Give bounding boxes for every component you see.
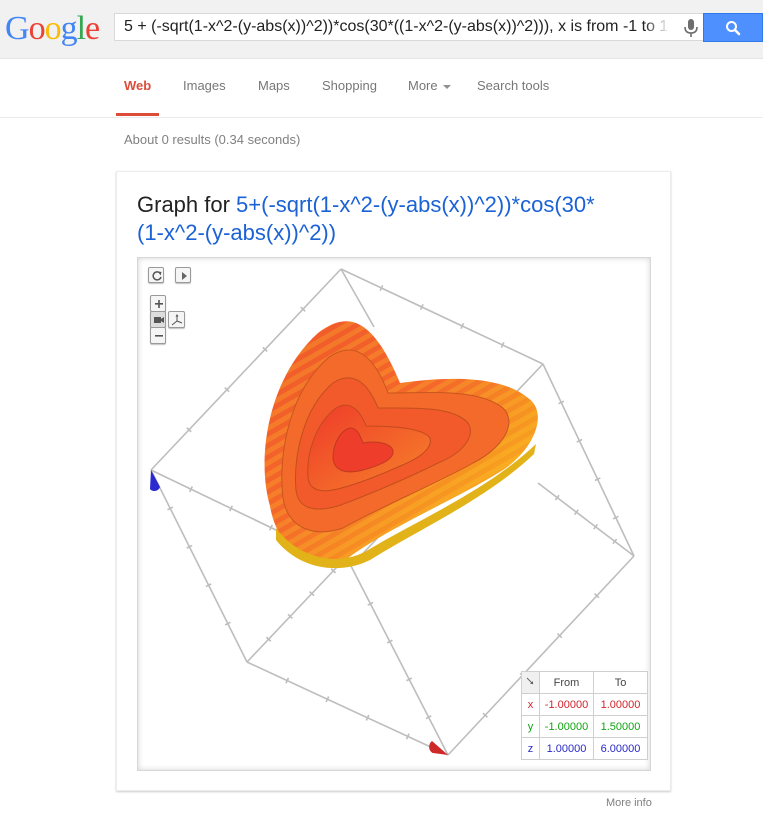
header-bar: Google bbox=[0, 0, 763, 59]
logo-letter: G bbox=[5, 10, 30, 47]
zoom-out-button[interactable] bbox=[150, 327, 166, 344]
zoom-out-icon bbox=[155, 335, 163, 337]
cube-edge bbox=[340, 268, 375, 328]
graph-canvas[interactable]: From To x -1.00000 1.00000 y -1.00000 1.… bbox=[137, 257, 651, 771]
result-stats: About 0 results (0.34 seconds) bbox=[124, 132, 301, 147]
reset-rotation-icon bbox=[152, 271, 162, 281]
cube-edge bbox=[351, 556, 634, 566]
google-logo[interactable]: Google bbox=[5, 9, 100, 49]
logo-letter: o bbox=[44, 10, 62, 47]
logo-letter: e bbox=[85, 10, 100, 47]
range-row-x: x -1.00000 1.00000 bbox=[521, 693, 648, 716]
range-row-y: y -1.00000 1.50000 bbox=[521, 715, 648, 738]
cube-edge bbox=[537, 482, 635, 557]
graph-title: Graph for 5+(-sqrt(1-x^2-(y-abs(x))^2))*… bbox=[137, 191, 657, 247]
search-button[interactable] bbox=[703, 13, 763, 42]
cube-edge bbox=[350, 565, 449, 756]
logo-letter: g bbox=[60, 10, 78, 47]
range-axis-label: x bbox=[521, 693, 540, 716]
tab-more[interactable]: More bbox=[408, 78, 451, 93]
zoom-in-button[interactable] bbox=[150, 295, 166, 312]
play-icon bbox=[182, 272, 187, 280]
logo-letter: l bbox=[76, 10, 87, 47]
range-x-from[interactable]: -1.00000 bbox=[539, 693, 594, 716]
range-row-z: z 1.00000 6.00000 bbox=[521, 737, 648, 760]
play-button[interactable] bbox=[175, 267, 191, 283]
axes-button[interactable] bbox=[168, 311, 185, 328]
tab-web[interactable]: Web bbox=[124, 78, 151, 93]
logo-letter: o bbox=[28, 10, 46, 47]
camera-icon bbox=[154, 317, 164, 323]
cube-edge bbox=[542, 363, 635, 557]
more-info-link[interactable]: More info bbox=[606, 797, 652, 809]
tab-images[interactable]: Images bbox=[183, 78, 226, 93]
graph-card: Graph for 5+(-sqrt(1-x^2-(y-abs(x))^2))*… bbox=[116, 171, 671, 791]
range-table-header: From To bbox=[521, 671, 648, 694]
tab-search-tools[interactable]: Search tools bbox=[477, 78, 549, 93]
heart-surface bbox=[264, 321, 538, 569]
range-y-to[interactable]: 1.50000 bbox=[593, 715, 648, 738]
resize-arrow-icon[interactable] bbox=[521, 671, 540, 694]
caret-down-icon bbox=[442, 84, 451, 89]
range-axis-label: z bbox=[521, 737, 540, 760]
magnifier-icon bbox=[726, 21, 741, 36]
range-table: From To x -1.00000 1.00000 y -1.00000 1.… bbox=[521, 671, 648, 760]
range-header-to: To bbox=[593, 671, 648, 694]
range-z-to[interactable]: 6.00000 bbox=[593, 737, 648, 760]
tab-more-label: More bbox=[408, 78, 438, 93]
tab-maps[interactable]: Maps bbox=[258, 78, 290, 93]
cube-edge bbox=[150, 469, 248, 663]
graph-title-prefix: Graph for bbox=[137, 192, 237, 217]
active-tab-indicator bbox=[116, 113, 159, 116]
range-x-to[interactable]: 1.00000 bbox=[593, 693, 648, 716]
zoom-in-icon bbox=[155, 300, 163, 308]
axes-icon bbox=[171, 314, 183, 326]
range-header-from: From bbox=[539, 671, 594, 694]
search-text-fade bbox=[645, 15, 675, 39]
search-input[interactable] bbox=[124, 14, 672, 40]
search-box[interactable] bbox=[114, 13, 703, 41]
range-axis-label: y bbox=[521, 715, 540, 738]
graph-expression-line2[interactable]: (1-x^2-(y-abs(x))^2)) bbox=[137, 220, 336, 245]
range-y-from[interactable]: -1.00000 bbox=[539, 715, 594, 738]
graph-expression-line1[interactable]: 5+(-sqrt(1-x^2-(y-abs(x))^2))*cos(30* bbox=[236, 192, 595, 217]
tab-shopping[interactable]: Shopping bbox=[322, 78, 377, 93]
reset-rotation-button[interactable] bbox=[148, 267, 164, 283]
cube-edge bbox=[246, 661, 449, 756]
search-nav: Web Images Maps Shopping More Search too… bbox=[0, 58, 763, 118]
camera-button[interactable] bbox=[150, 311, 166, 328]
microphone-icon[interactable] bbox=[681, 17, 701, 39]
range-z-from[interactable]: 1.00000 bbox=[539, 737, 594, 760]
